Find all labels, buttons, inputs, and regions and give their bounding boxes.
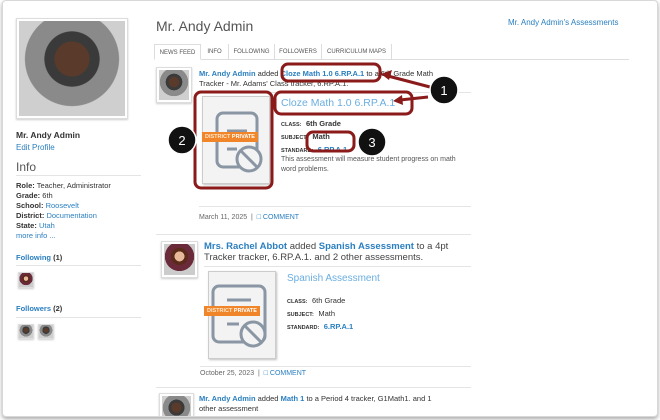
callout-3: 3 <box>357 127 387 157</box>
callout-2: 2 <box>167 125 197 155</box>
svg-text:3: 3 <box>368 135 375 150</box>
svg-text:1: 1 <box>440 83 447 98</box>
highlight-title <box>273 90 414 116</box>
arrowhead <box>393 95 403 105</box>
callout-1: 1 <box>429 75 459 105</box>
arrow-1b <box>399 95 429 102</box>
arrowhead <box>381 70 392 80</box>
arrow-1a <box>387 74 431 89</box>
annotation-overlay: 1 2 3 <box>167 62 459 190</box>
highlight-item-link <box>280 62 382 83</box>
svg-text:2: 2 <box>178 133 185 148</box>
highlight-thumbnail <box>193 90 274 190</box>
highlight-standard <box>305 130 356 153</box>
